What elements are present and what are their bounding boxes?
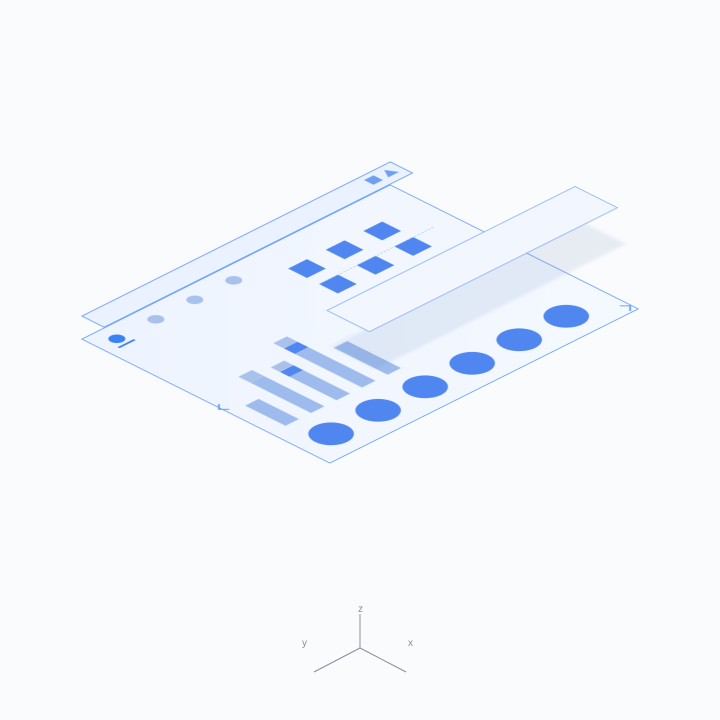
tab-2[interactable] [142, 312, 175, 328]
tab-1[interactable] [103, 332, 136, 348]
avatar-circle-icon[interactable] [393, 371, 457, 403]
tab-indicator-icon [105, 333, 129, 345]
bar-col [238, 370, 324, 413]
bar-segment [280, 365, 303, 376]
window-controls [364, 167, 399, 184]
axis-label-x: x [408, 638, 414, 649]
axis-gizmo: z y x [300, 608, 420, 680]
tab-underline [117, 339, 135, 348]
chevron-left-icon[interactable] [218, 404, 229, 410]
bar-col [271, 361, 350, 401]
bar-segment [289, 370, 349, 400]
bar-segment [238, 370, 264, 383]
grid-item[interactable] [363, 222, 401, 241]
bar-col [245, 399, 299, 426]
grid-item[interactable] [326, 240, 364, 259]
avatar-circle-icon[interactable] [534, 300, 598, 332]
expand-icon[interactable] [379, 167, 399, 177]
bar [245, 399, 299, 426]
tab-4[interactable] [220, 273, 253, 289]
grid-item[interactable] [319, 275, 357, 294]
tab-3[interactable] [181, 293, 214, 309]
bar-segment [284, 342, 308, 354]
axis-gizmo-icon [300, 608, 420, 680]
avatar-circle-icon[interactable] [487, 324, 551, 356]
avatar-circle-icon[interactable] [346, 394, 410, 426]
grid-item[interactable] [357, 256, 395, 275]
maximize-icon[interactable] [364, 175, 383, 184]
bar-segment [251, 376, 325, 413]
avatar-circle-icon[interactable] [299, 418, 363, 450]
bar-stack [271, 361, 350, 401]
chevron-right-icon[interactable] [620, 305, 631, 311]
bar-stack [238, 370, 324, 413]
bar-segment [273, 336, 297, 348]
grid-item[interactable] [394, 237, 432, 256]
grid-item[interactable] [288, 259, 326, 278]
axis-label-z: z [358, 604, 364, 615]
axis-label-y: y [302, 638, 308, 649]
bar-segment [271, 361, 294, 372]
avatar-circle-icon[interactable] [440, 347, 504, 379]
